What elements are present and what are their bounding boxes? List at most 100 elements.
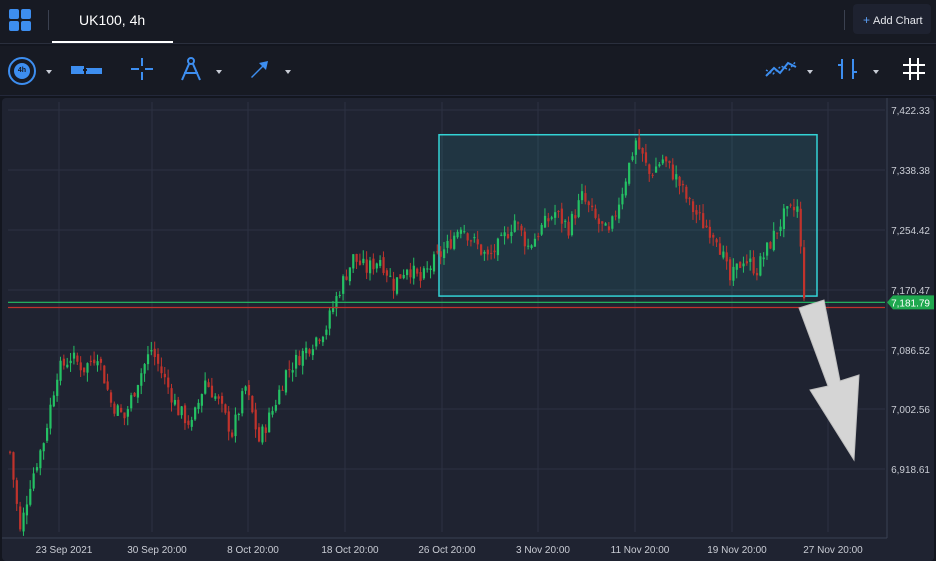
candle-body bbox=[96, 361, 99, 366]
x-tick-label: 3 Nov 20:00 bbox=[516, 545, 570, 556]
candle-body bbox=[170, 388, 173, 403]
candle-body bbox=[365, 259, 368, 273]
candle-body bbox=[103, 365, 106, 384]
crosshair-icon[interactable] bbox=[130, 57, 154, 81]
candle-body bbox=[587, 201, 590, 206]
candle-body bbox=[153, 348, 156, 357]
candle-body bbox=[321, 336, 325, 343]
candle-body bbox=[496, 238, 500, 256]
candle-body bbox=[220, 396, 224, 404]
candle-body bbox=[210, 385, 214, 398]
candle-body bbox=[644, 152, 648, 163]
candle-body bbox=[150, 350, 153, 352]
candle-body bbox=[456, 231, 459, 238]
candle-body bbox=[62, 358, 66, 366]
candle-body bbox=[503, 232, 506, 237]
x-tick-label: 30 Sep 20:00 bbox=[127, 545, 187, 556]
down-arrow-annotation bbox=[798, 299, 860, 462]
candle-body bbox=[628, 162, 631, 184]
active-tab-indicator bbox=[52, 41, 173, 43]
candle-body bbox=[372, 258, 375, 270]
candle-body bbox=[412, 265, 415, 279]
candle-body bbox=[399, 274, 402, 279]
candle-body bbox=[715, 239, 718, 243]
candle-body bbox=[311, 349, 314, 356]
candle-body bbox=[257, 427, 261, 442]
y-tick-label: 7,086.52 bbox=[891, 346, 930, 357]
candle-body bbox=[143, 364, 146, 374]
layout-grid-icon[interactable] bbox=[9, 9, 31, 31]
chevron-down-icon[interactable] bbox=[807, 70, 813, 74]
candle-body bbox=[274, 405, 277, 411]
drawing-tools-icon[interactable] bbox=[178, 56, 204, 82]
candle-body bbox=[379, 260, 382, 266]
candle-body bbox=[745, 261, 749, 264]
studies-icon[interactable] bbox=[836, 57, 860, 81]
add-chart-button[interactable]: + Add Chart bbox=[853, 4, 931, 34]
candle-body bbox=[214, 396, 217, 399]
candle-body bbox=[742, 263, 745, 267]
candle-body bbox=[22, 512, 25, 532]
candle-body bbox=[183, 405, 187, 424]
arrow-tool-icon[interactable] bbox=[248, 58, 270, 80]
candle-body bbox=[792, 206, 796, 211]
candle-body bbox=[187, 420, 190, 425]
price-chart[interactable]: 7,422.337,338.387,254.427,170.477,086.52… bbox=[2, 98, 934, 561]
x-tick-label: 27 Nov 20:00 bbox=[803, 545, 863, 556]
candle-body bbox=[577, 200, 580, 217]
candle-body bbox=[271, 410, 274, 415]
candle-body bbox=[362, 258, 365, 264]
chart-panel[interactable]: 7,422.33 7,338.38 7,254.42 7,170.47 7,086.52… bbox=[2, 98, 934, 561]
candle-body bbox=[641, 147, 644, 154]
candle-body bbox=[513, 220, 516, 232]
candle-body bbox=[594, 208, 597, 218]
chevron-down-icon[interactable] bbox=[873, 70, 879, 74]
candle-body bbox=[648, 164, 651, 174]
candle-body bbox=[190, 419, 193, 427]
candle-body bbox=[506, 234, 510, 239]
candle-body bbox=[291, 370, 294, 373]
tab-uk100-4h[interactable]: UK100, 4h bbox=[52, 0, 173, 44]
candle-body bbox=[601, 221, 604, 224]
candle-body bbox=[348, 267, 352, 282]
candle-body bbox=[728, 259, 732, 281]
candle-body bbox=[66, 364, 69, 368]
candle-body bbox=[268, 412, 271, 433]
candle-body bbox=[315, 337, 318, 347]
candle-body bbox=[426, 268, 429, 270]
candle-body bbox=[355, 253, 358, 262]
candle-body bbox=[244, 386, 247, 391]
candle-body bbox=[294, 354, 298, 369]
candle-body bbox=[718, 243, 722, 255]
candle-body bbox=[607, 226, 611, 231]
candle-body bbox=[227, 411, 230, 432]
candle-body bbox=[540, 224, 543, 235]
candle-body bbox=[83, 367, 86, 373]
chevron-down-icon[interactable] bbox=[285, 70, 291, 74]
candle-body bbox=[368, 260, 372, 274]
candle-body bbox=[786, 206, 789, 209]
candle-body bbox=[254, 409, 257, 430]
candle-body bbox=[597, 218, 600, 224]
candle-body bbox=[86, 363, 89, 373]
timeframe-value: 4h bbox=[14, 63, 30, 79]
tab-label: UK100, 4h bbox=[79, 12, 146, 28]
candle-body bbox=[436, 251, 439, 253]
candle-body bbox=[146, 354, 150, 365]
candle-body bbox=[698, 212, 701, 214]
x-tick-label: 19 Nov 20:00 bbox=[707, 545, 767, 556]
candle-body bbox=[99, 358, 103, 363]
grid-icon[interactable] bbox=[902, 57, 926, 81]
candle-body bbox=[634, 140, 637, 155]
candle-body bbox=[533, 238, 537, 247]
chart-toolbar: 4h bbox=[0, 46, 936, 96]
candle-body bbox=[796, 206, 799, 212]
chevron-down-icon[interactable] bbox=[46, 70, 52, 74]
chart-type-icon[interactable] bbox=[70, 63, 104, 77]
candle-body bbox=[739, 262, 742, 268]
timeframe-icon[interactable]: 4h bbox=[8, 57, 36, 85]
candle-body bbox=[59, 360, 62, 381]
indicators-icon[interactable] bbox=[764, 58, 798, 80]
chevron-down-icon[interactable] bbox=[216, 70, 222, 74]
candle-body bbox=[550, 217, 553, 219]
